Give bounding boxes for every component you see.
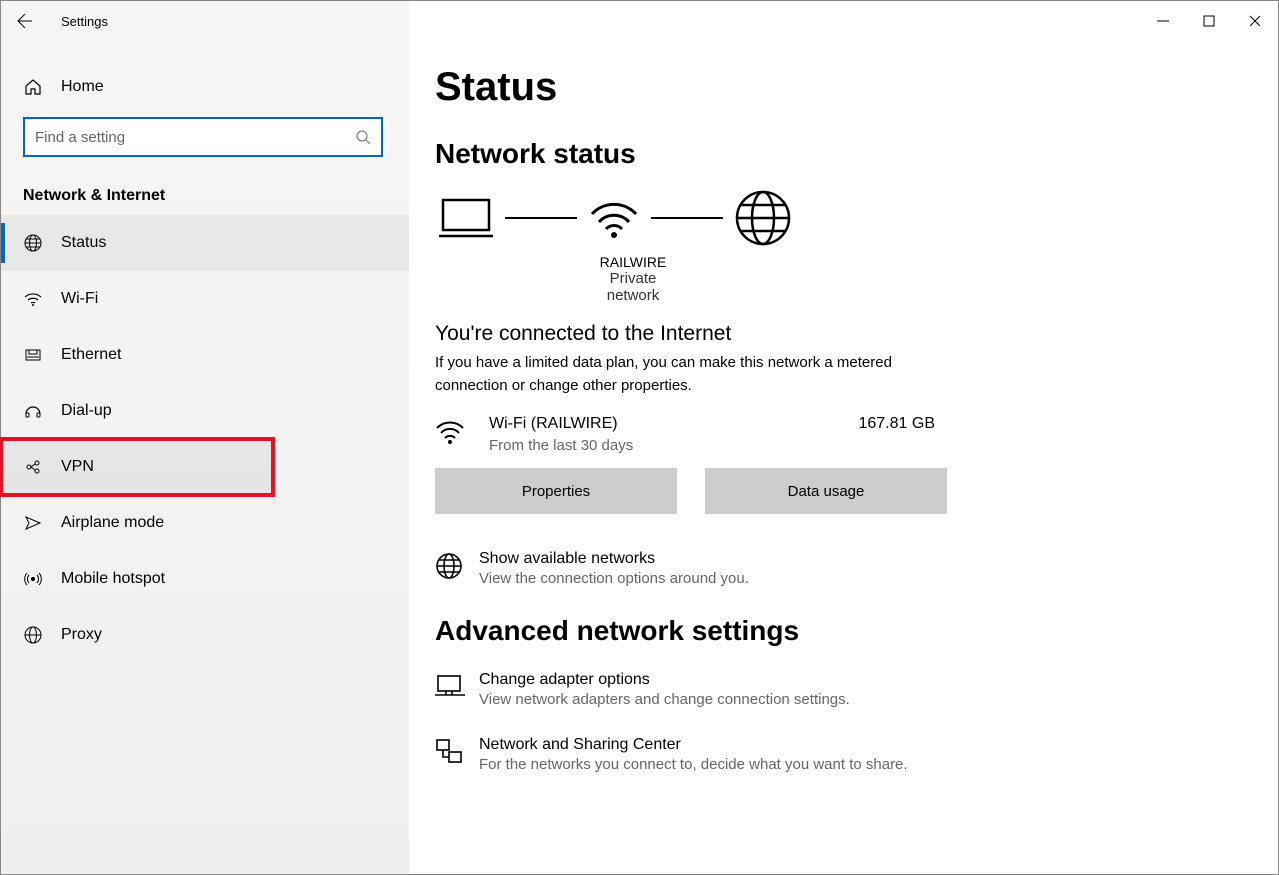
wifi-icon [435, 415, 475, 445]
proxy-icon [23, 626, 43, 644]
vpn-icon [23, 458, 43, 476]
close-button[interactable] [1232, 1, 1278, 41]
section-network-status: Network status [435, 138, 1238, 170]
sidebar-item-label: Mobile hotspot [61, 570, 165, 588]
sidebar-item-proxy[interactable]: Proxy [1, 607, 409, 663]
sidebar-home[interactable]: Home [1, 57, 409, 117]
wifi-large-icon [589, 196, 639, 240]
close-icon [1249, 15, 1261, 27]
wifi-usage-row: Wi-Fi (RAILWIRE) From the last 30 days 1… [435, 415, 975, 454]
network-name: RAILWIRE [583, 254, 683, 270]
link-title: Network and Sharing Center [479, 736, 908, 754]
adapter-icon [435, 671, 479, 701]
link-title: Show available networks [479, 550, 749, 568]
minimize-icon [1157, 15, 1169, 27]
dialup-icon [23, 402, 43, 420]
airplane-icon [23, 514, 43, 532]
window-controls [1140, 1, 1278, 41]
data-usage-amount: 167.81 GB [859, 415, 976, 433]
globe-icon [435, 550, 479, 580]
globe-large-icon [735, 190, 791, 246]
sidebar-item-wifi[interactable]: Wi-Fi [1, 271, 409, 327]
sharing-icon [435, 736, 479, 766]
network-diagram [439, 190, 1238, 246]
network-type: Private network [583, 270, 683, 304]
sidebar-item-label: Proxy [61, 626, 102, 644]
wifi-icon [23, 290, 43, 308]
sidebar-item-ethernet[interactable]: Ethernet [1, 327, 409, 383]
minimize-button[interactable] [1140, 1, 1186, 41]
change-adapter-options[interactable]: Change adapter options View network adap… [435, 671, 1238, 708]
window-title: Settings [61, 14, 108, 29]
sidebar-item-status[interactable]: Status [1, 215, 409, 271]
sidebar-item-hotspot[interactable]: Mobile hotspot [1, 551, 409, 607]
sidebar-item-label: Ethernet [61, 346, 121, 364]
maximize-icon [1203, 15, 1215, 27]
sidebar-home-label: Home [61, 78, 104, 96]
sidebar-item-label: Wi-Fi [61, 290, 98, 308]
sidebar-item-label: Airplane mode [61, 514, 164, 532]
back-arrow-icon [17, 13, 33, 29]
content-area: Status Network status RAILWIRE Private n… [409, 41, 1278, 874]
search-icon [355, 129, 371, 145]
wifi-connection-sub: From the last 30 days [489, 437, 633, 454]
page-title: Status [435, 65, 1238, 110]
data-usage-button[interactable]: Data usage [705, 468, 947, 514]
search-input[interactable] [35, 129, 355, 146]
sidebar-item-label: Dial-up [61, 402, 112, 420]
link-sub: View the connection options around you. [479, 570, 749, 587]
maximize-button[interactable] [1186, 1, 1232, 41]
link-sub: For the networks you connect to, decide … [479, 756, 908, 773]
sidebar-group-title: Network & Internet [1, 157, 409, 215]
sidebar-item-label: VPN [61, 458, 94, 476]
search-box[interactable] [23, 117, 383, 157]
link-title: Change adapter options [479, 671, 850, 689]
home-icon [23, 78, 43, 96]
connection-line [505, 217, 577, 219]
connected-description: If you have a limited data plan, you can… [435, 352, 955, 397]
sidebar-item-vpn[interactable]: VPN [1, 439, 273, 495]
back-button[interactable] [1, 1, 49, 41]
properties-button[interactable]: Properties [435, 468, 677, 514]
wifi-connection-name: Wi-Fi (RAILWIRE) [489, 415, 633, 433]
sidebar-item-dialup[interactable]: Dial-up [1, 383, 409, 439]
hotspot-icon [23, 570, 43, 588]
sidebar-item-label: Status [61, 234, 106, 252]
globe-icon [23, 234, 43, 252]
section-advanced: Advanced network settings [435, 615, 1238, 647]
connection-line [651, 217, 723, 219]
computer-icon [439, 196, 493, 240]
sidebar: Home Network & Internet Status Wi-Fi Eth… [1, 41, 409, 874]
network-sharing-center[interactable]: Network and Sharing Center For the netwo… [435, 736, 1238, 773]
sidebar-item-airplane[interactable]: Airplane mode [1, 495, 409, 551]
titlebar: Settings [1, 1, 1278, 41]
ethernet-icon [23, 346, 43, 364]
connected-heading: You're connected to the Internet [435, 322, 1238, 346]
link-sub: View network adapters and change connect… [479, 691, 850, 708]
show-available-networks[interactable]: Show available networks View the connect… [435, 550, 1238, 587]
